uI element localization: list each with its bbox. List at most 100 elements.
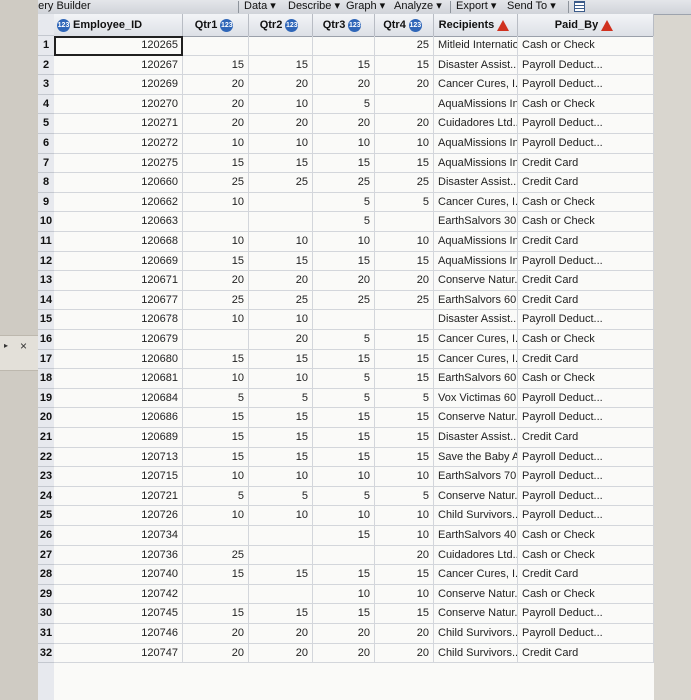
table-cell-qtr4[interactable]: 15 [375,153,434,174]
table-cell-employee-id[interactable]: 120686 [54,408,183,428]
table-cell-qtr3[interactable]: 5 [313,330,375,350]
table-cell-qtr1[interactable]: 25 [183,545,249,566]
table-cell-recipients[interactable]: AquaMissions In... [434,153,518,174]
column-header-qtr3[interactable]: Qtr3 123 [313,14,375,36]
table-row[interactable]: 120742 10 10 Conserve Natur... Cash or Check [54,584,654,605]
table-cell-qtr1[interactable]: 15 [183,604,249,624]
table-cell-qtr4[interactable]: 15 [375,369,434,389]
table-cell-qtr3[interactable]: 20 [313,643,375,664]
table-row[interactable]: 120686 15 15 15 15 Conserve Natur... Payroll D… [54,408,654,428]
table-row[interactable]: 12066810101010AquaMissions In...Credit C… [54,232,654,252]
table-cell-recipients[interactable]: Disaster Assist... [434,428,518,448]
row-number[interactable]: 21 [38,428,54,448]
table-cell-qtr3[interactable]: 15 [313,604,375,624]
table-cell-qtr4[interactable]: 10 [375,584,434,605]
table-cell-qtr1[interactable]: 15 [183,153,249,174]
table-cell-qtr1[interactable]: 10 [183,134,249,154]
table-cell-paid-by[interactable]: Credit Card [518,643,654,664]
table-row[interactable]: 12027515151515AquaMissions In...Credit C… [54,153,654,174]
row-number[interactable]: 28 [38,565,54,585]
table-cell-recipients[interactable]: Conserve Natur... [434,408,518,428]
table-cell-recipients[interactable]: Child Survivors... [434,643,518,664]
table-cell-qtr3[interactable]: 5 [313,486,375,507]
table-cell-recipients[interactable]: Disaster Assist... [434,55,518,76]
table-cell-qtr2[interactable]: 25 [249,173,313,193]
table-cell-qtr4[interactable]: 20 [375,545,434,566]
row-number[interactable]: 13 [38,271,54,291]
column-header-qtr2[interactable]: Qtr2 123 [249,14,313,36]
table-cell-qtr4[interactable]: 5 [375,192,434,213]
table-row[interactable]: 120269 20 20 20 20 Cancer Cures, I... Payroll … [54,75,654,95]
table-cell-recipients[interactable]: Cancer Cures, I... [434,75,518,95]
table-cell-qtr2[interactable]: 5 [249,486,313,507]
table-cell-recipients[interactable]: Cancer Cures, I... [434,192,518,213]
table-row[interactable]: 120746 20 20 20 20 Child Survivors... Payroll … [54,624,654,644]
table-cell-employee-id[interactable]: 120713 [54,447,183,468]
table-cell-qtr2[interactable]: 20 [249,114,313,134]
table-cell-recipients[interactable]: AquaMissions In... [434,94,518,115]
table-cell-qtr4[interactable]: 15 [375,330,434,350]
table-cell-qtr4[interactable]: 5 [375,388,434,409]
table-cell-qtr1[interactable] [183,36,249,56]
table-cell-qtr1[interactable]: 5 [183,486,249,507]
row-number[interactable]: 2 [38,56,54,76]
row-number[interactable]: 32 [38,644,54,664]
table-cell-qtr3[interactable]: 10 [313,467,375,487]
table-cell-employee-id[interactable]: 120680 [54,349,183,370]
table-cell-qtr3[interactable]: 10 [313,232,375,252]
table-cell-paid-by[interactable]: Payroll Deduct... [518,251,654,272]
table-cell-recipients[interactable]: Cuidadores Ltd... [434,114,518,134]
table-cell-qtr1[interactable]: 10 [183,369,249,389]
table-cell-qtr1[interactable]: 15 [183,55,249,76]
table-cell-qtr1[interactable]: 20 [183,643,249,664]
table-cell-qtr3[interactable]: 5 [313,94,375,115]
table-cell-recipients[interactable]: Cancer Cures, I... [434,349,518,370]
row-number[interactable]: 9 [38,193,54,213]
row-number[interactable]: 30 [38,604,54,624]
row-number[interactable]: 25 [38,506,54,526]
table-cell-qtr1[interactable]: 15 [183,565,249,585]
table-cell-qtr2[interactable]: 20 [249,271,313,291]
table-row[interactable]: 120678 10 10 Disaster Assist... Payroll Dedu… [54,310,654,330]
table-cell-paid-by[interactable]: Cash or Check [518,584,654,605]
table-cell-qtr1[interactable] [183,526,249,546]
table-cell-qtr3[interactable]: 5 [313,388,375,409]
table-cell-qtr1[interactable]: 5 [183,388,249,409]
table-cell-qtr1[interactable] [183,330,249,350]
table-cell-qtr2[interactable]: 10 [249,232,313,252]
table-cell-paid-by[interactable]: Payroll Deduct... [518,506,654,526]
table-cell-qtr1[interactable]: 20 [183,624,249,644]
table-cell-paid-by[interactable]: Credit Card [518,428,654,448]
table-cell-qtr3[interactable]: 20 [313,114,375,134]
row-number[interactable]: 16 [38,330,54,350]
table-cell-recipients[interactable]: Conserve Natur... [434,486,518,507]
table-cell-qtr2[interactable]: 15 [249,408,313,428]
table-row[interactable]: 120662 10 5 5 Cancer Cures, I... Cash or Chec… [54,192,654,213]
table-cell-employee-id[interactable]: 120660 [54,173,183,193]
table-cell-employee-id[interactable]: 120678 [54,310,183,330]
table-cell-qtr2[interactable] [249,192,313,213]
table-cell-recipients[interactable]: EarthSalvors 70... [434,467,518,487]
row-number[interactable]: 6 [38,134,54,154]
toolbar-menu-1[interactable]: Data ▾ [244,0,276,13]
table-cell-recipients[interactable]: Cancer Cures, I... [434,565,518,585]
table-cell-employee-id[interactable]: 120726 [54,506,183,526]
table-cell-paid-by[interactable]: Cash or Check [518,330,654,350]
row-number[interactable]: 4 [38,95,54,115]
row-number[interactable]: 27 [38,546,54,566]
table-cell-employee-id[interactable]: 120681 [54,369,183,389]
table-view-icon[interactable] [574,1,585,12]
table-cell-qtr1[interactable]: 10 [183,232,249,252]
table-cell-qtr3[interactable]: 15 [313,565,375,585]
table-cell-employee-id[interactable]: 120663 [54,212,183,232]
table-cell-qtr4[interactable]: 20 [375,271,434,291]
table-row[interactable]: 12066915151515AquaMissions In...Payroll … [54,251,654,272]
table-cell-qtr2[interactable] [249,545,313,566]
table-cell-employee-id[interactable]: 120745 [54,604,183,624]
table-cell-employee-id[interactable]: 120271 [54,114,183,134]
table-cell-employee-id[interactable]: 120689 [54,428,183,448]
toolbar-menu-6[interactable]: Send To ▾ [507,0,556,13]
row-number[interactable]: 11 [38,232,54,252]
row-number[interactable]: 15 [38,310,54,330]
table-cell-paid-by[interactable]: Cash or Check [518,369,654,389]
